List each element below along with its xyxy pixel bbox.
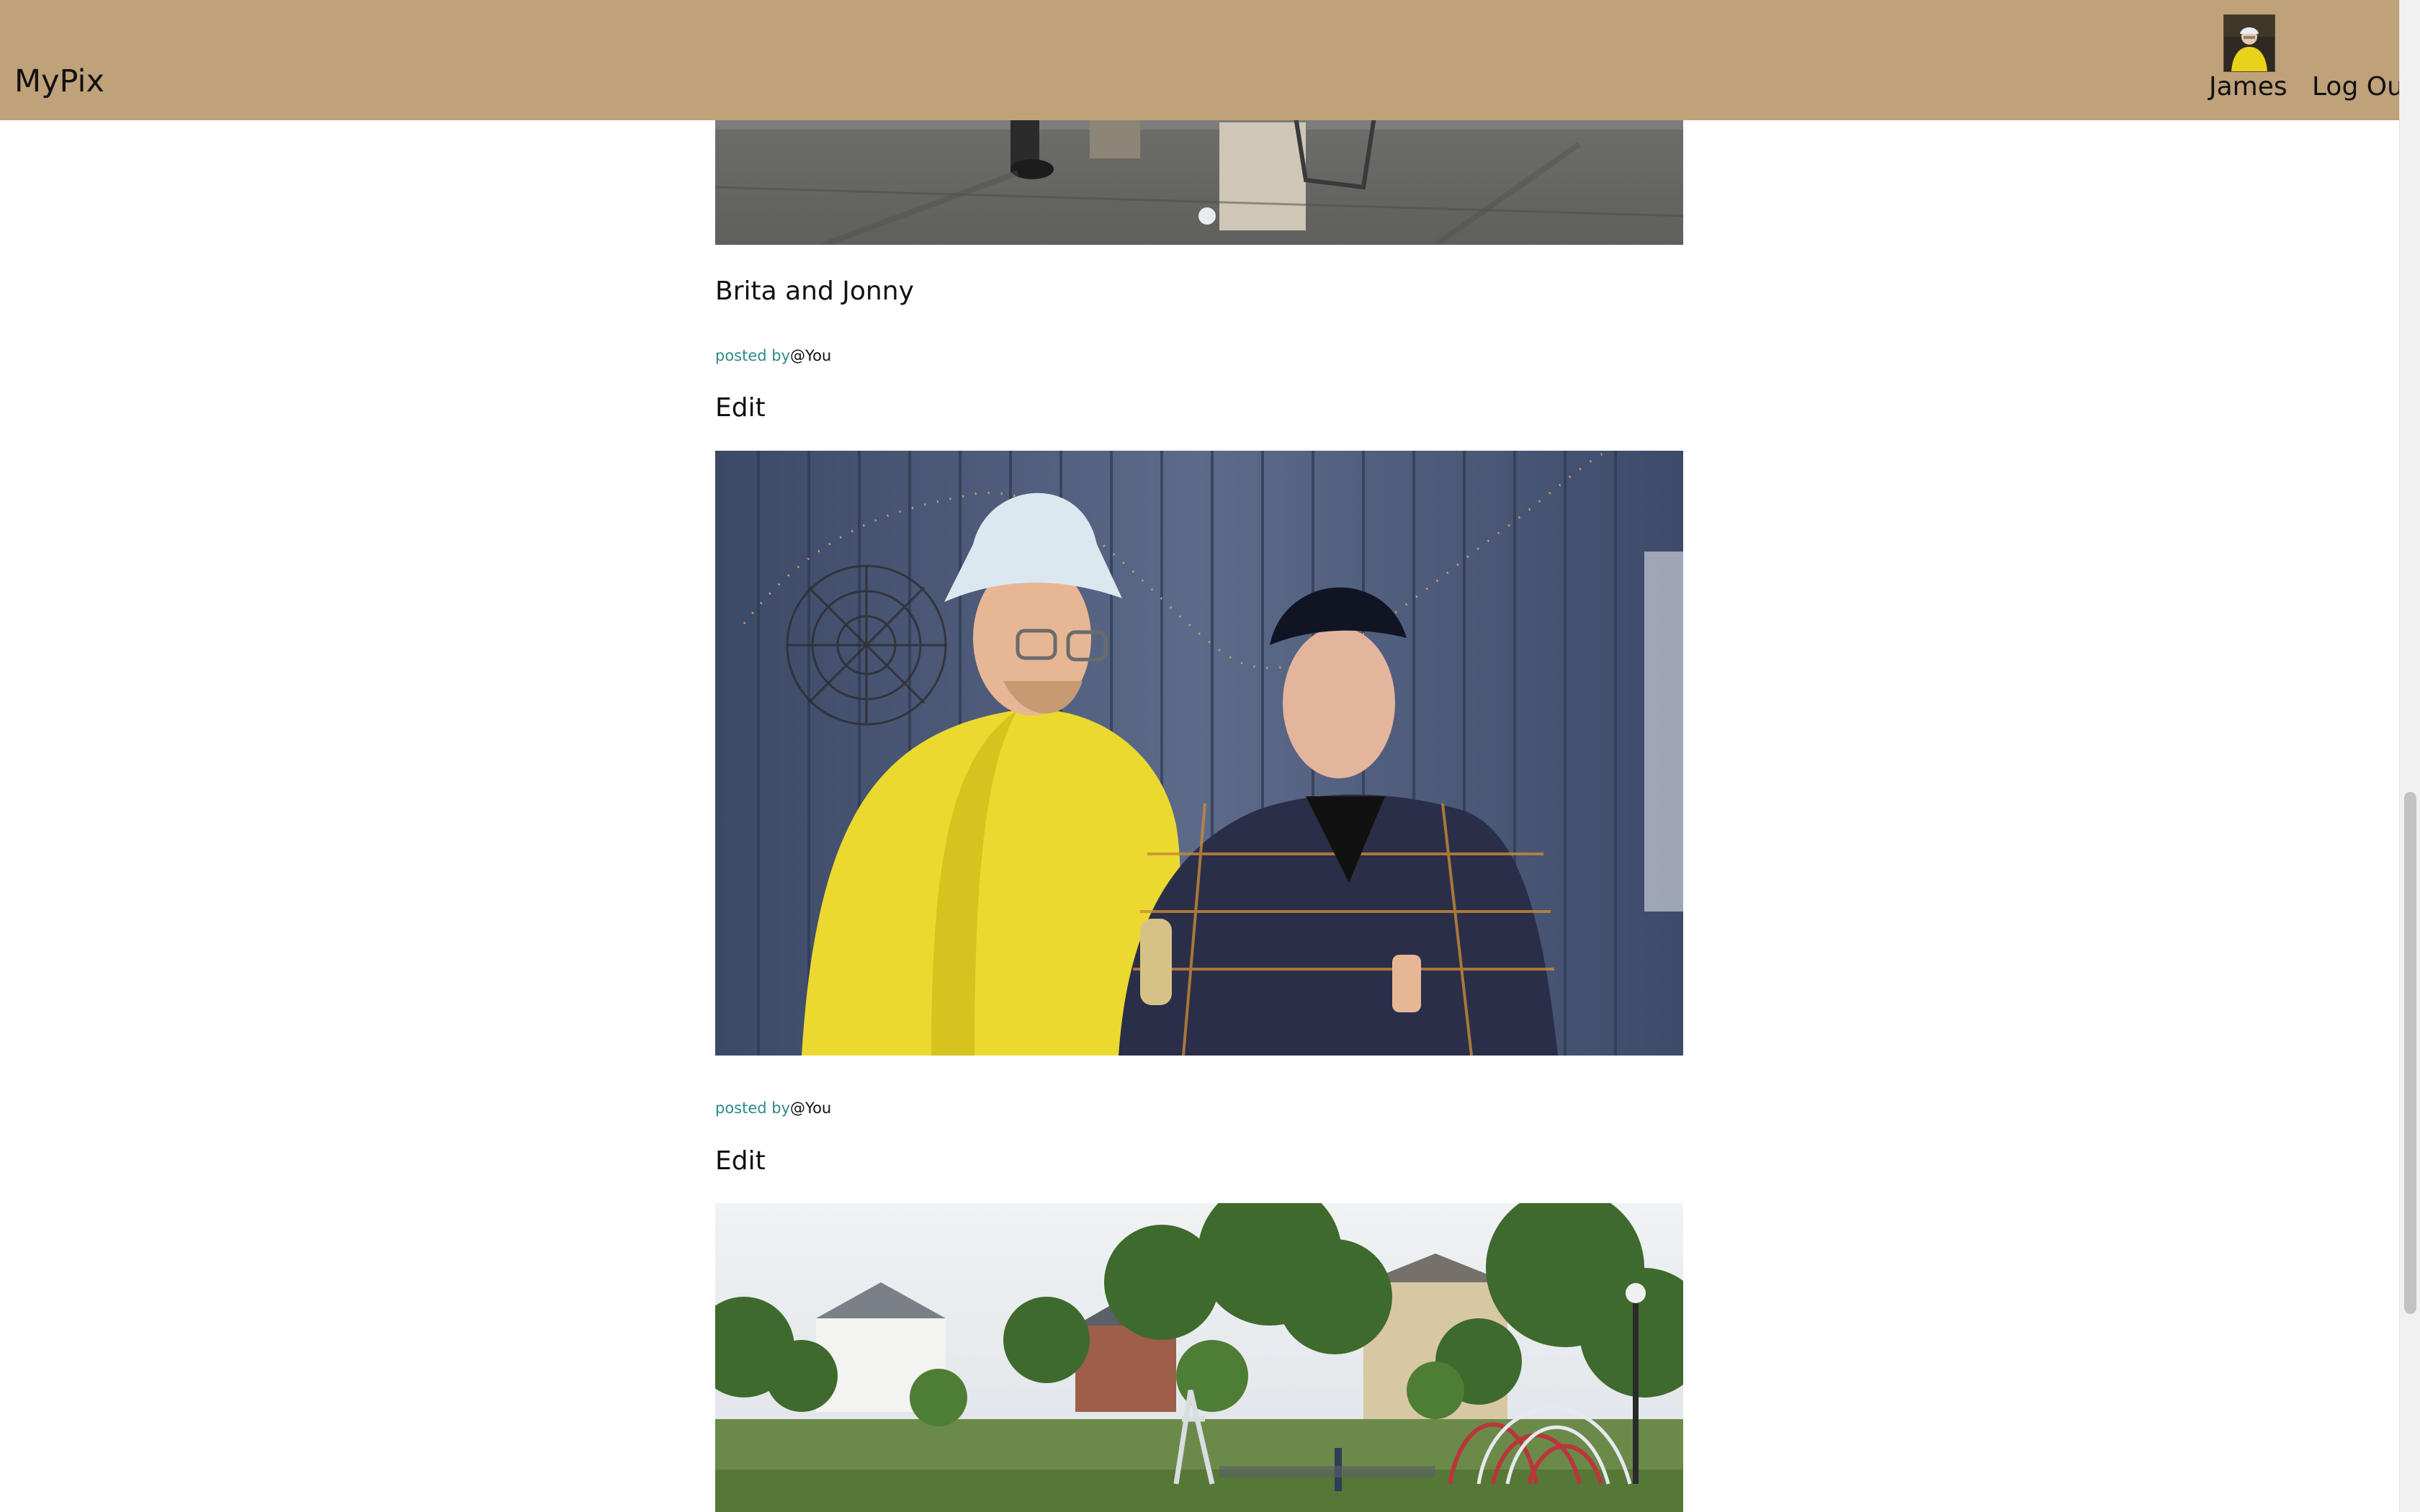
posted-by-label: posted by: [715, 347, 791, 364]
post-photo[interactable]: [715, 1203, 1683, 1512]
top-nav-bar: MyPix James Log Out: [0, 0, 2414, 120]
app-logo[interactable]: MyPix: [14, 63, 104, 99]
posted-by-user[interactable]: @You: [790, 347, 831, 364]
scrollbar-thumb[interactable]: [2404, 792, 2416, 1314]
nav-user-link[interactable]: James: [2209, 72, 2287, 102]
posted-by-user[interactable]: @You: [790, 1099, 831, 1117]
post-caption: Brita and Jonny: [715, 276, 914, 306]
edit-post-button[interactable]: Edit: [715, 393, 766, 423]
posted-by: posted by@You: [715, 1099, 831, 1117]
page-scrollbar[interactable]: [2399, 0, 2420, 1512]
posted-by: posted by@You: [715, 347, 831, 364]
post-photo[interactable]: [715, 451, 1683, 1056]
logout-button[interactable]: Log Out: [2312, 72, 2414, 102]
posted-by-label: posted by: [715, 1099, 791, 1117]
edit-post-button[interactable]: Edit: [715, 1146, 766, 1176]
user-avatar-icon[interactable]: [2223, 14, 2275, 72]
